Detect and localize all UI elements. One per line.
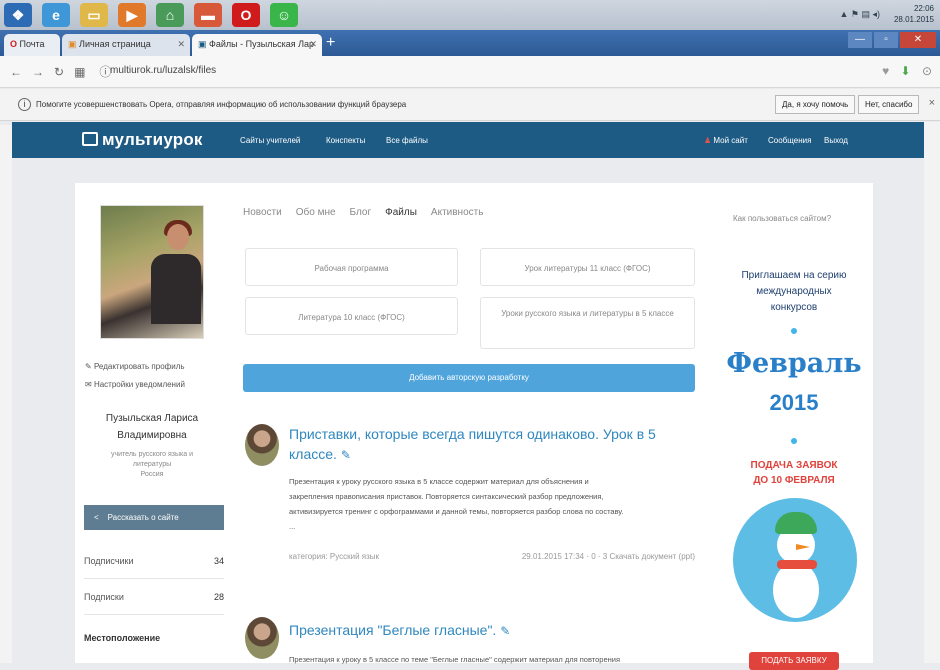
browser-tab-bar: O Почта ▣ Личная страница ✕ ▣ Файлы - Пу… xyxy=(0,30,940,56)
post-description: Презентация к уроку в 5 классе по теме "… xyxy=(289,655,621,664)
tab-favicon: ▣ xyxy=(198,39,207,49)
edit-icon: ✎ xyxy=(85,362,92,371)
clock[interactable]: 22:06 28.01.2015 xyxy=(894,3,934,25)
folder-card[interactable]: Урок литературы 11 класс (ФГОС) xyxy=(480,248,695,286)
tab-files[interactable]: ▣ Файлы - Пузыльская Лар ✕ xyxy=(192,34,322,56)
address-bar: ← → ↻ ▦ ⓘ multiurok.ru/luzalsk/files ♥ ⬇… xyxy=(0,56,940,88)
accept-help-button[interactable]: Да, я хочу помочь xyxy=(775,95,856,114)
profile-role: учитель русского языка и литературы Росс… xyxy=(110,451,194,478)
menu-icon[interactable]: ⊙ xyxy=(922,64,932,78)
banner-invite: Приглашаем на серию международных конкур… xyxy=(741,270,847,313)
site-logo[interactable]: мультиурок xyxy=(82,130,203,150)
system-tray[interactable]: ▲ ⚑ ▤ ◂) xyxy=(840,9,881,20)
tab-close-icon[interactable]: ✕ xyxy=(309,39,317,50)
folder-card[interactable]: Литература 10 класс (ФГОС) xyxy=(245,297,458,335)
divider xyxy=(84,614,224,615)
notification-settings-link[interactable]: ✉ Настройки уведомлений xyxy=(85,380,185,389)
nav-lesson-notes[interactable]: Конспекты xyxy=(326,136,365,145)
snowman-illustration xyxy=(733,498,857,622)
tab-about[interactable]: Обо мне xyxy=(296,207,336,218)
media-player-icon[interactable]: ▶ xyxy=(118,3,146,27)
nav-teacher-sites[interactable]: Сайты учителей xyxy=(240,136,300,145)
tab-news[interactable]: Новости xyxy=(243,207,282,218)
profile-name: Пузыльская Лариса Владимировна xyxy=(105,413,199,441)
edit-pencil-icon[interactable]: ✎ xyxy=(500,624,510,638)
share-site-button[interactable]: < Рассказать о сайте xyxy=(84,505,224,530)
tab-mail[interactable]: O Почта xyxy=(4,34,60,56)
info-icon: i xyxy=(18,98,31,111)
taskbar: ❖ e ▭ ▶ ⌂ ▬ O ☺ ▲ ⚑ ▤ ◂) 22:06 28.01.2015 xyxy=(0,0,940,30)
info-bar-text: Помогите усовершенствовать Opera, отправ… xyxy=(36,100,407,109)
tab-personal-page[interactable]: ▣ Личная страница ✕ xyxy=(62,34,190,56)
file-explorer-icon[interactable]: ▭ xyxy=(80,3,108,27)
info-bar: i Помогите усовершенствовать Opera, отпр… xyxy=(0,89,940,121)
banner-deadline: ПОДАЧА ЗАЯВОК ДО 10 ФЕВРАЛЯ xyxy=(750,460,838,486)
banner-month: Февраль xyxy=(726,348,862,379)
forward-icon[interactable]: → xyxy=(32,65,44,79)
site-header: мультиурок Сайты учителей Конспекты Все … xyxy=(12,122,924,158)
minimize-button[interactable]: — xyxy=(848,32,872,48)
apply-button[interactable]: ПОДАТЬ ЗАЯВКУ xyxy=(749,652,839,670)
post-category[interactable]: категория: Русский язык xyxy=(289,552,379,561)
profile-tabs: Новости Обо мне Блог Файлы Активность xyxy=(243,207,497,218)
profile-photo[interactable] xyxy=(100,205,204,339)
close-window-button[interactable]: ✕ xyxy=(900,32,936,48)
control-panel-icon[interactable]: ⌂ xyxy=(156,3,184,27)
post-download-info[interactable]: 29.01.2015 17:34 · 0 · 3 Скачать докумен… xyxy=(522,552,695,561)
user-icon: ♟ xyxy=(704,136,712,145)
add-development-button[interactable]: Добавить авторскую разработку xyxy=(243,364,695,392)
subscriptions-stat[interactable]: Подписки 28 xyxy=(84,592,224,602)
bookmark-heart-icon[interactable]: ♥ xyxy=(882,64,889,78)
share-icon: < xyxy=(94,513,99,522)
post-author-avatar[interactable] xyxy=(245,617,279,659)
opera-browser-icon[interactable]: O xyxy=(232,3,260,27)
tab-activity[interactable]: Активность xyxy=(431,207,484,218)
subscribers-stat[interactable]: Подписчики 34 xyxy=(84,556,224,566)
edit-pencil-icon[interactable]: ✎ xyxy=(341,448,351,462)
internet-explorer-icon[interactable]: e xyxy=(42,3,70,27)
tab-close-icon[interactable]: ✕ xyxy=(177,39,185,50)
post-author-avatar[interactable] xyxy=(245,424,279,466)
folder-card[interactable]: Рабочая программа xyxy=(245,248,458,286)
dot-icon xyxy=(791,328,797,334)
nav-my-site[interactable]: ♟ Мой сайт xyxy=(704,136,748,145)
tab-blog[interactable]: Блог xyxy=(350,207,372,218)
help-link[interactable]: Как пользоваться сайтом? xyxy=(733,214,831,223)
post-title[interactable]: Презентация "Беглые гласные". ✎ xyxy=(289,620,699,641)
post-description: Презентация к уроку русского языка в 5 к… xyxy=(289,477,624,531)
opera-menu-icon[interactable]: O xyxy=(10,39,17,49)
banner-year: 2015 xyxy=(769,390,819,415)
maximize-button[interactable]: ▫ xyxy=(874,32,898,48)
dot-icon xyxy=(791,438,797,444)
chat-app-icon[interactable]: ☺ xyxy=(270,3,298,27)
windows-start-icon[interactable]: ❖ xyxy=(4,3,32,27)
nav-logout[interactable]: Выход xyxy=(824,136,848,145)
mail-icon: ✉ xyxy=(85,380,92,389)
download-icon[interactable]: ⬇ xyxy=(901,64,911,78)
logo-icon xyxy=(82,132,98,146)
reload-icon[interactable]: ↻ xyxy=(54,65,64,79)
folder-card[interactable]: Уроки русского языка и литературы в 5 кл… xyxy=(480,297,695,349)
speed-dial-icon[interactable]: ▦ xyxy=(74,65,85,79)
url-field[interactable]: multiurok.ru/luzalsk/files xyxy=(110,65,216,76)
location-heading: Местоположение xyxy=(84,633,161,643)
back-icon[interactable]: ← xyxy=(10,65,22,79)
contest-banner[interactable]: Приглашаем на серию международных конкур… xyxy=(725,258,863,670)
close-info-bar-icon[interactable]: × xyxy=(929,97,935,109)
presentation-app-icon[interactable]: ▬ xyxy=(194,3,222,27)
post-title[interactable]: Приставки, которые всегда пишутся одинак… xyxy=(289,424,699,465)
decline-help-button[interactable]: Нет, спасибо xyxy=(858,95,920,114)
page-scrollbar[interactable] xyxy=(924,122,940,663)
new-tab-button[interactable]: + xyxy=(326,35,335,51)
tab-favicon: ▣ xyxy=(68,39,77,49)
post-meta: категория: Русский язык 29.01.2015 17:34… xyxy=(289,552,695,561)
left-scroll-area xyxy=(0,125,12,663)
divider xyxy=(84,578,224,579)
nav-messages[interactable]: Сообщения xyxy=(768,136,811,145)
tab-files[interactable]: Файлы xyxy=(385,207,417,218)
nav-all-files[interactable]: Все файлы xyxy=(386,136,428,145)
edit-profile-link[interactable]: ✎ Редактировать профиль xyxy=(85,362,185,371)
